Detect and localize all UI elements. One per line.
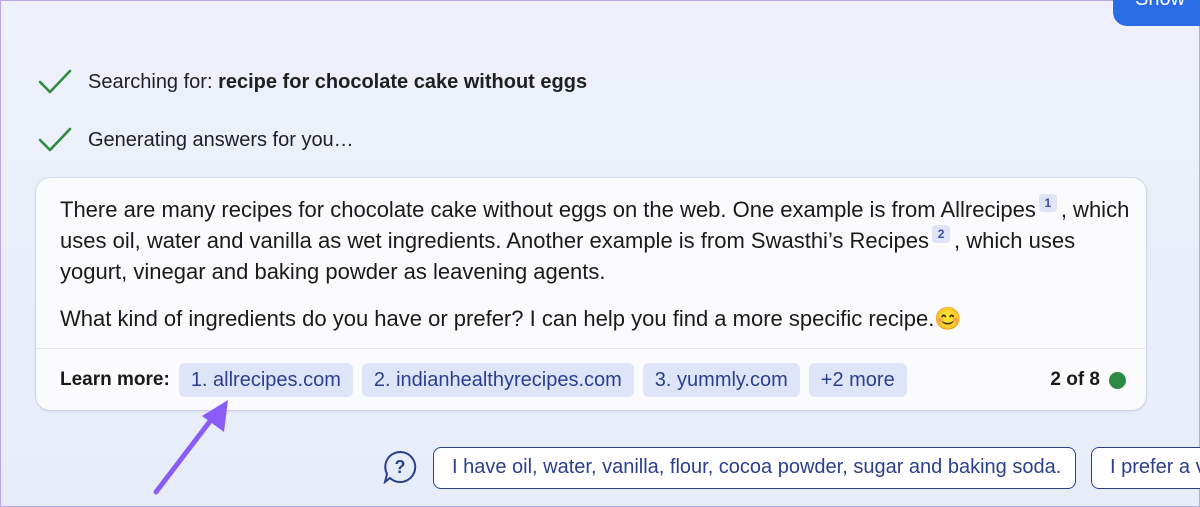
card-divider: [36, 348, 1146, 349]
show-button[interactable]: Show: [1113, 0, 1200, 26]
status-generating: Generating answers for you…: [38, 123, 354, 157]
learn-more-row: Learn more: 1. allrecipes.com 2. indianh…: [60, 362, 1126, 398]
status-dot-icon: [1109, 371, 1126, 389]
svg-text:?: ?: [395, 457, 406, 477]
status-searching: Searching for: recipe for chocolate cake…: [38, 65, 587, 99]
smile-emoji-icon: 😊: [934, 306, 962, 331]
source-chip-allrecipes[interactable]: 1. allrecipes.com: [178, 363, 353, 397]
source-chip-more[interactable]: +2 more: [808, 363, 907, 397]
checkmark-icon: [38, 127, 72, 152]
status-searching-text: Searching for: recipe for chocolate cake…: [88, 70, 588, 93]
suggestion-chip-2[interactable]: I prefer a v: [1091, 447, 1200, 489]
annotation-arrow-icon: [153, 400, 228, 495]
source-chip-indianhealthyrecipes[interactable]: 2. indianhealthyrecipes.com: [361, 363, 634, 397]
answer-paragraph-1: There are many recipes for chocolate cak…: [60, 194, 1130, 284]
search-query: recipe for chocolate cake without eggs: [218, 70, 588, 93]
citation-2[interactable]: 2: [932, 225, 951, 243]
answer-card: There are many recipes for chocolate cak…: [36, 178, 1146, 410]
answer-paragraph-2: What kind of ingredients do you have or …: [60, 306, 962, 331]
response-counter: 2 of 8: [1050, 369, 1126, 391]
checkmark-icon: [38, 69, 72, 94]
answer-body: There are many recipes for chocolate cak…: [60, 194, 1130, 334]
source-chip-yummly[interactable]: 3. yummly.com: [642, 363, 800, 397]
status-generating-text: Generating answers for you…: [88, 128, 354, 151]
question-bubble-icon[interactable]: ?: [383, 450, 417, 484]
learn-more-label: Learn more:: [60, 369, 170, 390]
citation-1[interactable]: 1: [1038, 194, 1057, 212]
suggestion-chip-1[interactable]: I have oil, water, vanilla, flour, cocoa…: [433, 447, 1076, 489]
